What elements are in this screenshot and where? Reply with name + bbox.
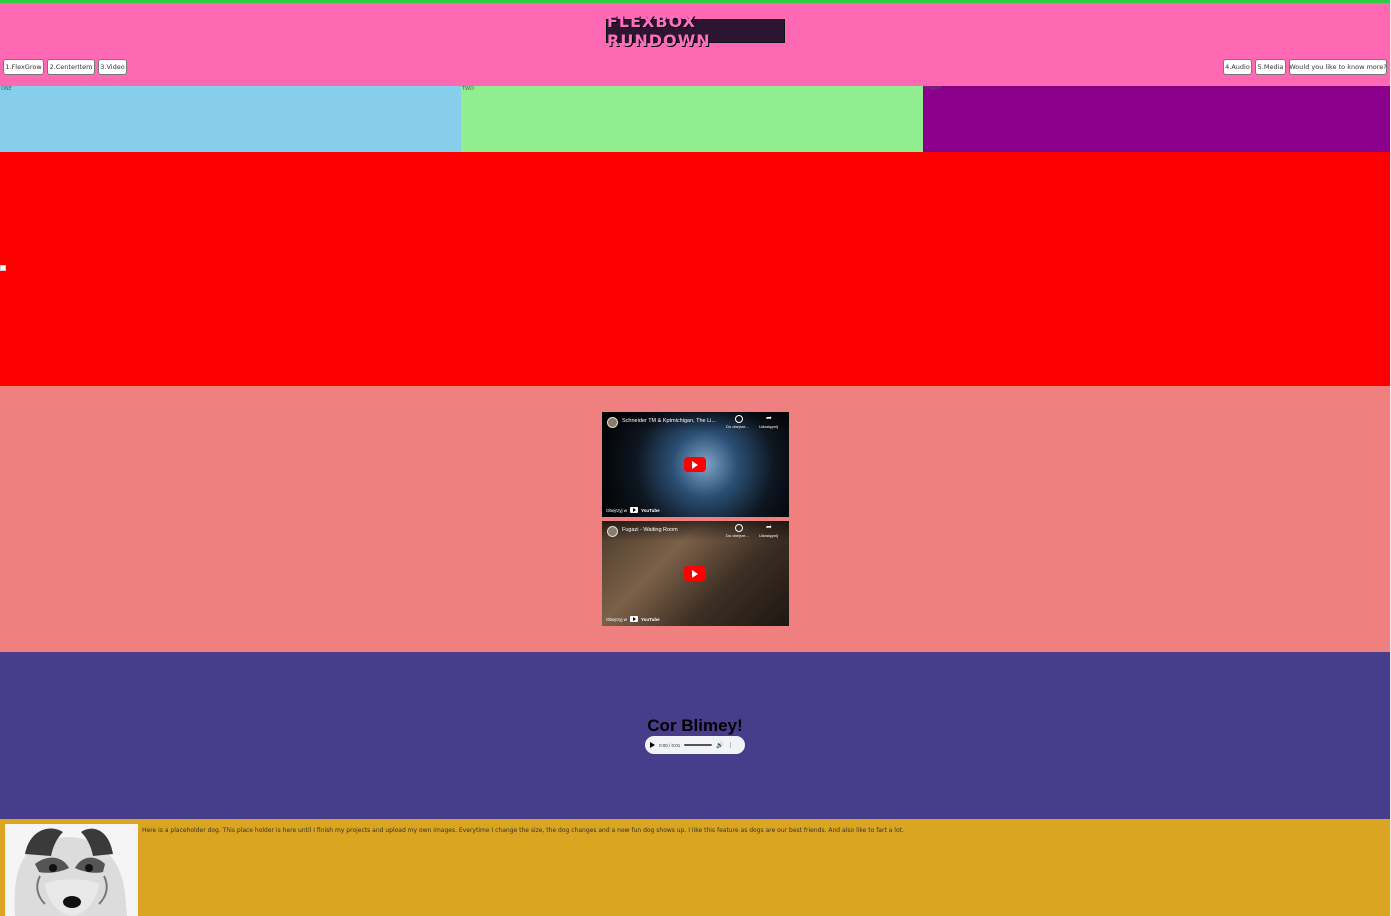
logo-text: FLEXBOX RUNDOWN [607, 12, 711, 50]
audio-progress-bar[interactable] [684, 744, 713, 746]
audio-player[interactable]: 0:00 / 0:01 🔊 ⋮ [645, 736, 745, 754]
site-logo: FLEXBOX RUNDOWN [606, 12, 785, 50]
channel-avatar[interactable] [607, 417, 618, 428]
nav-button-video[interactable]: 3.Video [98, 59, 127, 75]
flex-box-one: ONE [0, 86, 461, 152]
audio-section: Cor Blimey! 0:00 / 0:01 🔊 ⋮ [0, 652, 1390, 819]
play-icon[interactable] [650, 742, 655, 748]
box-label-two: TWO [462, 86, 474, 92]
video-embed-1[interactable]: Schneider TM & Kptmichigan, The Li... ➦ … [602, 412, 789, 517]
video-section: Schneider TM & Kptmichigan, The Li... ➦ … [0, 386, 1390, 652]
youtube-icon [630, 616, 639, 622]
broken-image-icon [0, 265, 6, 271]
watch-later-label: Do obejrze... [726, 424, 749, 429]
nav-button-flexgrow[interactable]: 1.FlexGrow [3, 59, 44, 75]
media-section: Here is a placeholder dog. This place ho… [0, 819, 1390, 916]
share-label: Udostępnij [759, 533, 778, 538]
youtube-label: YouTube [641, 616, 660, 622]
box-label-three: THREE [924, 86, 941, 92]
watch-on-youtube[interactable]: Obejrzyj w YouTube [606, 507, 660, 513]
flexgrow-row: ONE TWO THREE [0, 86, 1391, 152]
share-icon[interactable]: ➦ [766, 414, 772, 422]
play-button-icon[interactable] [684, 566, 706, 581]
watch-later-label: Do obejrze... [726, 533, 749, 538]
nav-button-audio[interactable]: 4.Audio [1223, 59, 1252, 75]
video-embed-2[interactable]: Fugazi - Waiting Room ➦ Do obejrze... Ud… [602, 521, 789, 626]
share-icon[interactable]: ➦ [766, 523, 772, 531]
clock-icon[interactable] [735, 415, 743, 423]
video-title[interactable]: Fugazi - Waiting Room [622, 527, 732, 533]
center-item-section [0, 152, 1390, 386]
volume-icon[interactable]: 🔊 [716, 742, 723, 749]
nav-button-know-more[interactable]: Would you like to know more? [1289, 59, 1387, 75]
channel-avatar[interactable] [607, 526, 618, 537]
placeholder-dog-image [5, 824, 138, 916]
page-header: FLEXBOX RUNDOWN 1.FlexGrow 2.CenterItem … [0, 3, 1391, 86]
watch-on-label: Obejrzyj w [606, 507, 628, 513]
flex-box-two: TWO [461, 86, 923, 152]
nav-button-media[interactable]: 5.Media [1255, 59, 1286, 75]
watch-on-youtube[interactable]: Obejrzyj w YouTube [606, 616, 660, 622]
play-button-icon[interactable] [684, 457, 706, 472]
watch-on-label: Obejrzyj w [606, 616, 628, 622]
audio-title: Cor Blimey! [647, 716, 743, 735]
share-label: Udostępnij [759, 424, 778, 429]
dog-description-text: Here is a placeholder dog. This place ho… [142, 827, 904, 834]
box-label-one: ONE [1, 86, 12, 92]
youtube-icon [630, 507, 639, 513]
video-title[interactable]: Schneider TM & Kptmichigan, The Li... [622, 418, 732, 424]
nav-button-centeritem[interactable]: 2.CenterItem [47, 59, 95, 75]
clock-icon[interactable] [735, 524, 743, 532]
flex-box-three: THREE [923, 86, 1390, 152]
audio-time: 0:00 / 0:01 [659, 742, 681, 748]
more-options-icon[interactable]: ⋮ [728, 742, 734, 749]
youtube-label: YouTube [641, 507, 660, 513]
